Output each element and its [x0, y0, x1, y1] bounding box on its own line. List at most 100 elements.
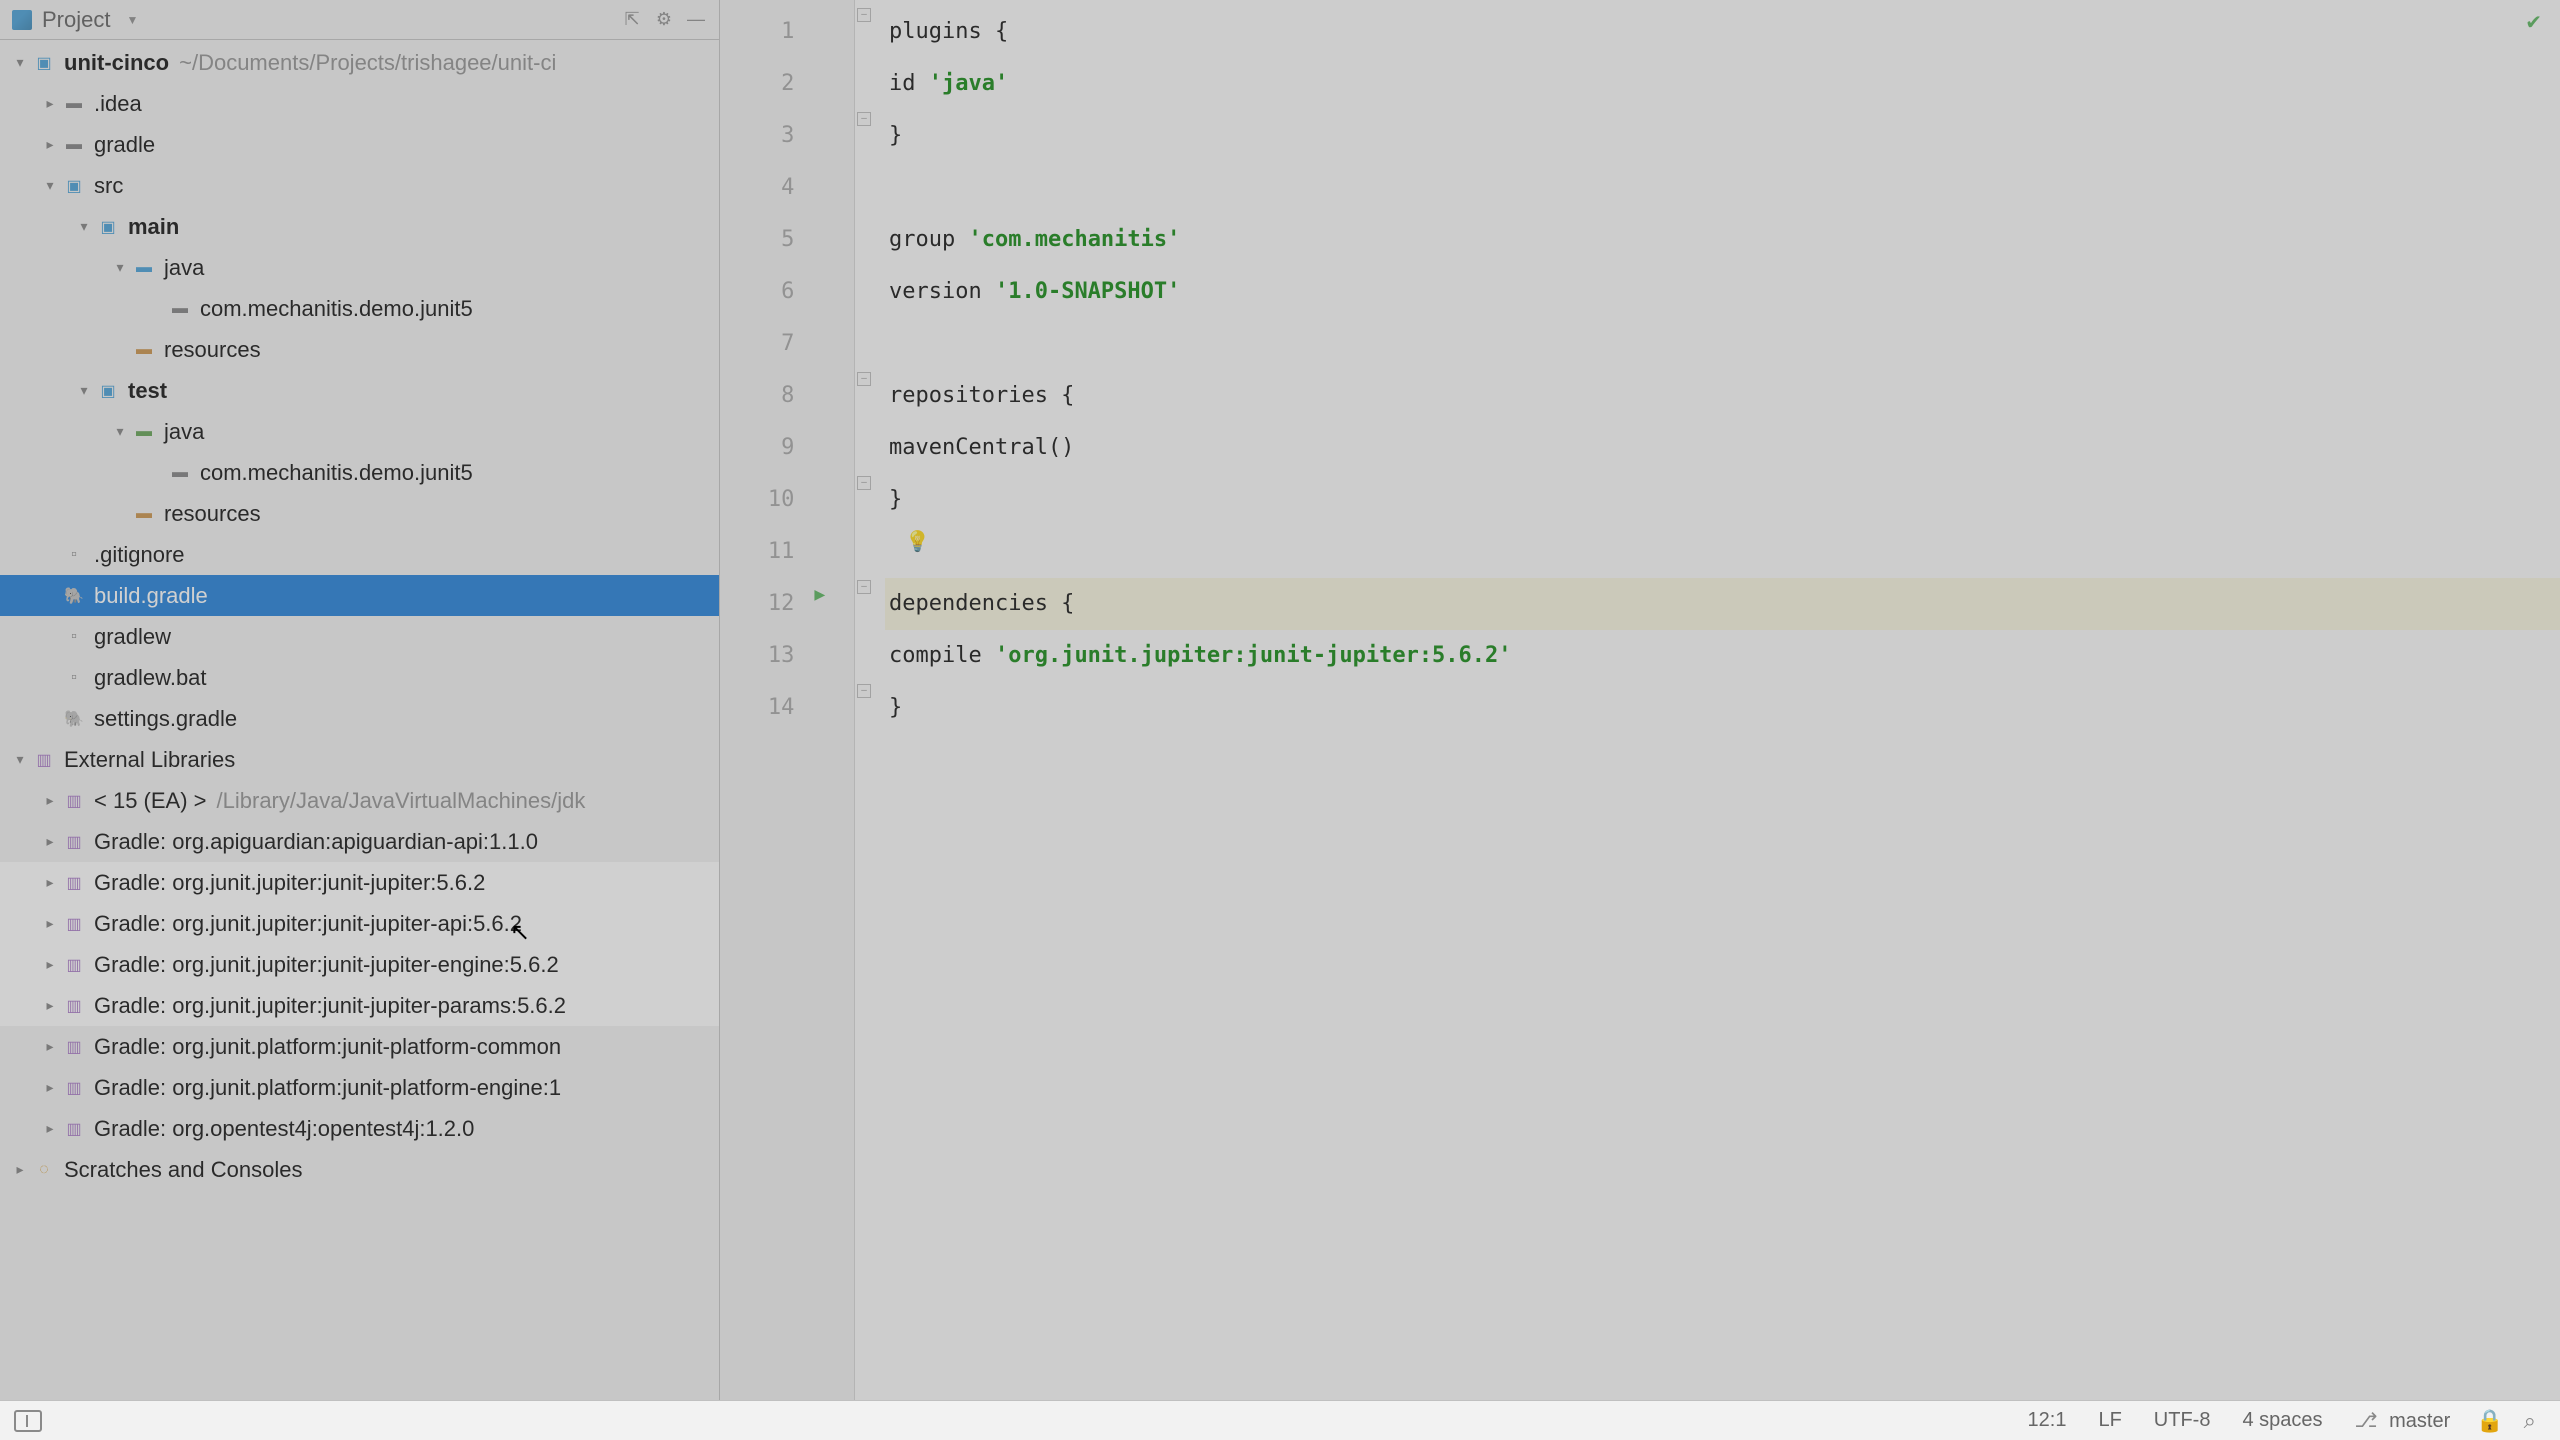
tree-node-lib-jupiter-api[interactable]: ▸ ▥ Gradle: org.junit.jupiter:junit-jupi… — [0, 903, 719, 944]
tree-node-lib-platform-engine[interactable]: ▸ ▥ Gradle: org.junit.platform:junit-pla… — [0, 1067, 719, 1108]
test-folder-icon: ▬ — [132, 420, 156, 444]
tree-node-external-libraries[interactable]: ▾ ▥ External Libraries — [0, 739, 719, 780]
tree-node-lib-jupiter-params[interactable]: ▸ ▥ Gradle: org.junit.jupiter:junit-jupi… — [0, 985, 719, 1026]
code-line[interactable]: version '1.0-SNAPSHOT' — [885, 266, 2560, 318]
fold-icon[interactable]: – — [857, 372, 871, 386]
search-icon[interactable]: ⌕ — [2514, 1408, 2546, 1434]
select-opened-file-icon[interactable]: ⇱ — [621, 9, 643, 30]
chevron-right-icon[interactable]: ▸ — [38, 833, 62, 850]
node-label: Gradle: org.junit.platform:junit-platfor… — [94, 1034, 561, 1060]
chevron-down-icon[interactable]: ▼ — [126, 13, 138, 27]
fold-icon[interactable]: – — [857, 684, 871, 698]
code-line[interactable] — [885, 526, 2560, 578]
chevron-down-icon[interactable]: ▾ — [72, 382, 96, 399]
indent-setting[interactable]: 4 spaces — [2226, 1409, 2338, 1432]
chevron-right-icon[interactable]: ▸ — [38, 792, 62, 809]
tree-node-lib-jupiter-engine[interactable]: ▸ ▥ Gradle: org.junit.jupiter:junit-jupi… — [0, 944, 719, 985]
chevron-down-icon[interactable]: ▾ — [108, 423, 132, 440]
code-editor[interactable]: ✔ 1234567891011121314 ▶ –––––– 💡 plugins… — [720, 0, 2560, 1400]
tree-node-pkg-test[interactable]: ▬ com.mechanitis.demo.junit5 — [0, 452, 719, 493]
line-number: 6 — [720, 266, 794, 318]
chevron-down-icon[interactable]: ▾ — [38, 177, 62, 194]
project-view-title[interactable]: Project — [42, 7, 110, 33]
code-body[interactable]: 💡 plugins { id 'java'}group 'com.mechani… — [875, 0, 2560, 1400]
code-line[interactable]: plugins { — [885, 6, 2560, 58]
chevron-down-icon[interactable]: ▾ — [108, 259, 132, 276]
tree-node-gradlew-bat[interactable]: ▫ gradlew.bat — [0, 657, 719, 698]
library-icon: ▥ — [62, 1117, 86, 1141]
project-tree[interactable]: ▾ ▣ unit-cinco ~/Documents/Projects/tris… — [0, 40, 719, 1190]
chevron-right-icon[interactable]: ▸ — [38, 1038, 62, 1055]
node-label: Gradle: org.junit.platform:junit-platfor… — [94, 1075, 561, 1101]
lock-icon[interactable]: 🔒 — [2466, 1408, 2513, 1434]
package-icon: ▬ — [168, 461, 192, 485]
chevron-right-icon[interactable]: ▸ — [38, 1120, 62, 1137]
tree-node-resources-test[interactable]: ▬ resources — [0, 493, 719, 534]
chevron-right-icon[interactable]: ▸ — [38, 874, 62, 891]
folder-icon: ▬ — [62, 92, 86, 116]
code-line[interactable] — [885, 318, 2560, 370]
gear-icon[interactable]: ⚙ — [653, 9, 675, 30]
tree-node-root[interactable]: ▾ ▣ unit-cinco ~/Documents/Projects/tris… — [0, 42, 719, 83]
tree-node-jdk[interactable]: ▸ ▥ < 15 (EA) > /Library/Java/JavaVirtua… — [0, 780, 719, 821]
fold-icon[interactable]: – — [857, 580, 871, 594]
line-ending[interactable]: LF — [2082, 1409, 2137, 1432]
chevron-right-icon[interactable]: ▸ — [38, 1079, 62, 1096]
tree-node-idea[interactable]: ▸ ▬ .idea — [0, 83, 719, 124]
package-icon: ▬ — [168, 297, 192, 321]
tree-node-gradle[interactable]: ▸ ▬ gradle — [0, 124, 719, 165]
tool-window-toggle-icon[interactable] — [14, 1410, 42, 1432]
tree-node-lib-apiguardian[interactable]: ▸ ▥ Gradle: org.apiguardian:apiguardian-… — [0, 821, 719, 862]
library-icon: ▥ — [62, 953, 86, 977]
tree-node-settings-gradle[interactable]: 🐘 settings.gradle — [0, 698, 719, 739]
fold-icon[interactable]: – — [857, 476, 871, 490]
node-label: .idea — [94, 91, 142, 117]
tree-node-resources-main[interactable]: ▬ resources — [0, 329, 719, 370]
tree-node-java-test[interactable]: ▾ ▬ java — [0, 411, 719, 452]
code-line[interactable]: } — [885, 682, 2560, 734]
code-line[interactable]: } — [885, 110, 2560, 162]
code-line[interactable]: mavenCentral() — [885, 422, 2560, 474]
tree-node-src[interactable]: ▾ ▣ src — [0, 165, 719, 206]
fold-icon[interactable]: – — [857, 112, 871, 126]
chevron-down-icon[interactable]: ▾ — [8, 751, 32, 768]
tree-node-lib-platform-common[interactable]: ▸ ▥ Gradle: org.junit.platform:junit-pla… — [0, 1026, 719, 1067]
line-number: 4 — [720, 162, 794, 214]
chevron-right-icon[interactable]: ▸ — [38, 136, 62, 153]
chevron-right-icon[interactable]: ▸ — [8, 1161, 32, 1178]
code-line[interactable] — [885, 162, 2560, 214]
chevron-down-icon[interactable]: ▾ — [72, 218, 96, 235]
caret-position[interactable]: 12:1 — [2012, 1409, 2083, 1432]
node-label: .gitignore — [94, 542, 185, 568]
tree-node-java-main[interactable]: ▾ ▬ java — [0, 247, 719, 288]
library-icon: ▥ — [62, 994, 86, 1018]
tree-node-test[interactable]: ▾ ▣ test — [0, 370, 719, 411]
git-branch[interactable]: ⎇ master — [2339, 1408, 2467, 1433]
tree-node-gradlew[interactable]: ▫ gradlew — [0, 616, 719, 657]
chevron-right-icon[interactable]: ▸ — [38, 956, 62, 973]
code-line[interactable]: repositories { — [885, 370, 2560, 422]
chevron-right-icon[interactable]: ▸ — [38, 915, 62, 932]
tree-node-scratches[interactable]: ▸ ◌ Scratches and Consoles — [0, 1149, 719, 1190]
code-line[interactable]: dependencies { — [885, 578, 2560, 630]
code-line[interactable]: group 'com.mechanitis' — [885, 214, 2560, 266]
fold-icon[interactable]: – — [857, 8, 871, 22]
tree-node-gitignore[interactable]: ▫ .gitignore — [0, 534, 719, 575]
chevron-right-icon[interactable]: ▸ — [38, 95, 62, 112]
run-icon[interactable]: ▶ — [814, 584, 825, 605]
code-line[interactable]: } — [885, 474, 2560, 526]
chevron-right-icon[interactable]: ▸ — [38, 997, 62, 1014]
code-line[interactable]: compile 'org.junit.jupiter:junit-jupiter… — [885, 630, 2560, 682]
minimize-icon[interactable]: — — [685, 9, 707, 30]
code-line[interactable]: id 'java' — [885, 58, 2560, 110]
file-icon: ▫ — [62, 666, 86, 690]
chevron-down-icon[interactable]: ▾ — [8, 54, 32, 71]
tree-node-pkg-main[interactable]: ▬ com.mechanitis.demo.junit5 — [0, 288, 719, 329]
tree-node-build-gradle[interactable]: 🐘 build.gradle — [0, 575, 719, 616]
tree-node-lib-opentest4j[interactable]: ▸ ▥ Gradle: org.opentest4j:opentest4j:1.… — [0, 1108, 719, 1149]
file-encoding[interactable]: UTF-8 — [2138, 1409, 2227, 1432]
library-icon: ▥ — [32, 748, 56, 772]
tree-node-main[interactable]: ▾ ▣ main — [0, 206, 719, 247]
tree-node-lib-jupiter[interactable]: ▸ ▥ Gradle: org.junit.jupiter:junit-jupi… — [0, 862, 719, 903]
line-number: 11 — [720, 526, 794, 578]
